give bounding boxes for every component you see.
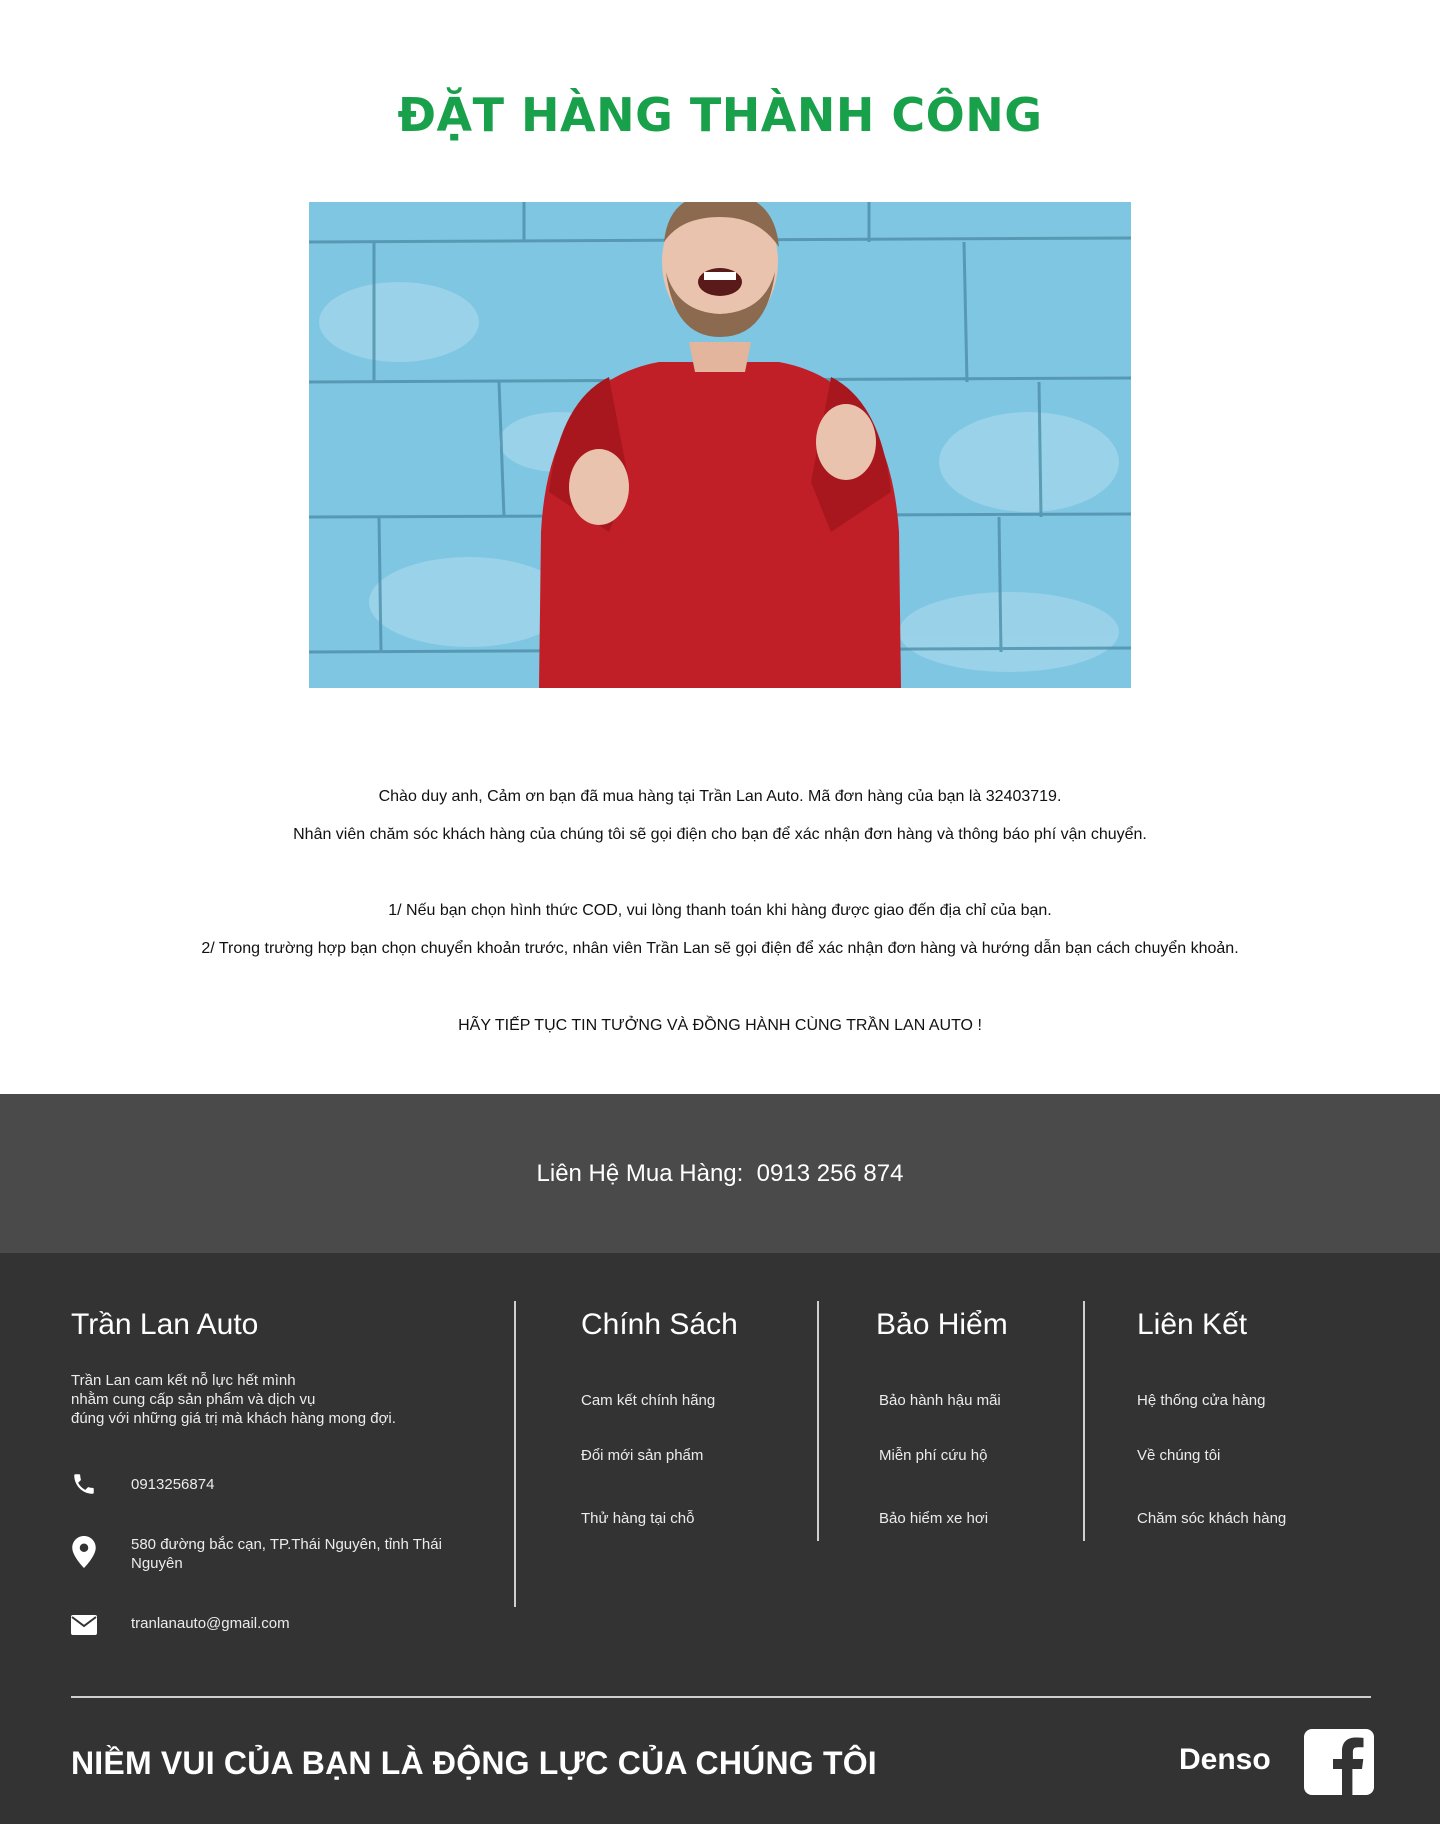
links-link[interactable]: Về chúng tôi [1137, 1447, 1220, 1464]
location-pin-icon [71, 1536, 97, 1568]
policy-title: Chính Sách [581, 1308, 738, 1341]
policy-link[interactable]: Cam kết chính hãng [581, 1392, 715, 1409]
cod-note: 1/ Nếu bạn chọn hình thức COD, vui lòng … [388, 902, 1052, 919]
links-title: Liên Kết [1137, 1308, 1248, 1341]
insurance-link[interactable]: Bảo hiểm xe hơi [879, 1510, 988, 1527]
company-name: Trần Lan Auto [71, 1308, 259, 1341]
envelope-icon [71, 1615, 97, 1635]
divider [1083, 1301, 1085, 1541]
links-link[interactable]: Chăm sóc khách hàng [1137, 1510, 1286, 1527]
insurance-title: Bảo Hiểm [876, 1308, 1008, 1341]
slogan: NIỀM VUI CỦA BẠN LÀ ĐỘNG LỰC CỦA CHÚNG T… [71, 1745, 877, 1781]
divider [514, 1301, 516, 1607]
links-link[interactable]: Hệ thống cửa hàng [1137, 1392, 1265, 1409]
policy-link[interactable]: Thử hàng tại chỗ [581, 1510, 694, 1527]
phone-icon [71, 1471, 97, 1497]
footer-divider [71, 1696, 1371, 1698]
footer-email[interactable]: tranlanauto@gmail.com [131, 1615, 290, 1632]
contact-phone[interactable]: 0913 256 874 [757, 1160, 904, 1188]
footer: Trần Lan Auto Trần Lan cam kết nỗ lực hế… [0, 1253, 1440, 1824]
footer-address: 580 đường bắc cạn, TP.Thái Nguyên, tỉnh … [131, 1536, 442, 1572]
footer-phone[interactable]: 0913256874 [131, 1476, 214, 1493]
company-description: Trần Lan cam kết nỗ lực hết mình nhằm cu… [71, 1372, 396, 1427]
hero-image [309, 202, 1131, 688]
facebook-icon[interactable] [1304, 1729, 1374, 1795]
contact-band: Liên Hệ Mua Hàng: 0913 256 874 [0, 1094, 1440, 1253]
insurance-link[interactable]: Miễn phí cứu hộ [879, 1447, 987, 1464]
greeting-text: Chào duy anh, Cảm ơn bạn đã mua hàng tại… [378, 788, 1062, 805]
closing-text: HÃY TIẾP TỤC TIN TƯỞNG VÀ ĐỒNG HÀNH CÙNG… [458, 1017, 982, 1034]
insurance-link[interactable]: Bảo hành hậu mãi [879, 1392, 1001, 1409]
brand-name: Denso [1179, 1743, 1271, 1776]
policy-link[interactable]: Đổi mới sản phẩm [581, 1447, 703, 1464]
contact-label: Liên Hệ Mua Hàng: [536, 1159, 744, 1187]
divider [817, 1301, 819, 1541]
transfer-note: 2/ Trong trường hợp bạn chọn chuyển khoả… [201, 940, 1239, 957]
confirmation-text: Nhân viên chăm sóc khách hàng của chúng … [293, 826, 1147, 843]
page-title: ĐẶT HÀNG THÀNH CÔNG [397, 88, 1043, 142]
